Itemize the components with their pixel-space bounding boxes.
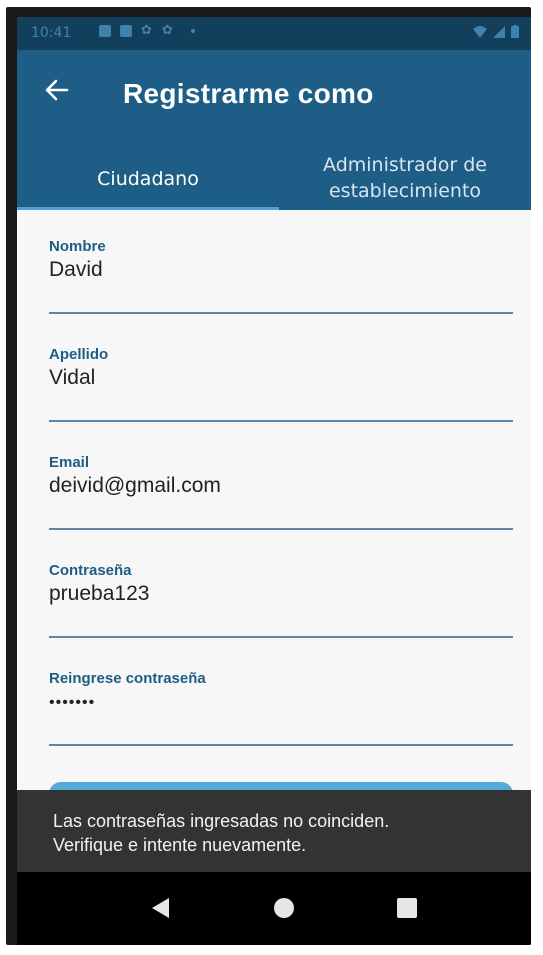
gear-icon: ✿ <box>141 23 152 38</box>
tab-label: Administrador de establecimiento <box>323 154 487 202</box>
device-frame: 10:41 ✿ ✿ Registrarme como Ciudadano Adm… <box>6 7 531 945</box>
field-value[interactable]: deivid@gmail.com <box>49 474 221 498</box>
tab-ciudadano[interactable]: Ciudadano <box>17 140 279 210</box>
email-field[interactable]: Email deivid@gmail.com <box>49 440 513 538</box>
field-underline <box>49 528 513 530</box>
system-nav-bar <box>17 872 531 945</box>
field-label: Apellido <box>49 346 109 363</box>
field-label: Nombre <box>49 238 106 255</box>
field-value[interactable]: David <box>49 258 103 282</box>
apellido-field[interactable]: Apellido Vidal <box>49 332 513 430</box>
field-label: Reingrese contraseña <box>49 670 206 687</box>
field-underline <box>49 420 513 422</box>
system-icons <box>473 25 519 38</box>
battery-icon <box>511 25 519 38</box>
page-title: Registrarme como <box>123 78 374 109</box>
confirm-password-field[interactable]: Reingrese contraseña ••••••• <box>49 656 513 754</box>
nombre-field[interactable]: Nombre David <box>49 224 513 322</box>
more-notifications-icon <box>191 29 195 33</box>
registration-form: Nombre David Apellido Vidal Email deivid… <box>17 210 531 822</box>
snackbar-message: Las contraseñas ingresadas no coinciden.… <box>53 809 493 857</box>
tab-administrador[interactable]: Administrador de establecimiento <box>279 140 531 210</box>
field-label: Email <box>49 454 90 471</box>
tab-label: Ciudadano <box>97 168 199 190</box>
field-value[interactable]: prueba123 <box>49 582 149 606</box>
field-underline <box>49 312 513 314</box>
tab-bar: Ciudadano Administrador de establecimient… <box>17 140 531 210</box>
triangle-left-icon[interactable] <box>149 896 171 920</box>
field-underline <box>49 744 513 746</box>
notification-icons: ✿ ✿ <box>99 23 195 38</box>
field-value[interactable]: ••••••• <box>49 694 95 712</box>
snackbar-line: Verifique e intente nuevamente. <box>53 835 307 855</box>
wifi-icon <box>473 25 487 38</box>
notification-icon <box>99 25 111 37</box>
status-bar: 10:41 ✿ ✿ <box>17 17 531 50</box>
notification-icon <box>120 25 132 37</box>
error-snackbar: Las contraseñas ingresadas no coinciden.… <box>17 790 531 872</box>
circle-icon[interactable] <box>272 896 296 920</box>
signal-icon <box>493 25 505 38</box>
square-icon[interactable] <box>396 896 418 920</box>
field-value[interactable]: Vidal <box>49 366 95 390</box>
status-time: 10:41 <box>31 25 72 41</box>
snackbar-line: Las contraseñas ingresadas no coinciden. <box>53 811 390 831</box>
field-label: Contraseña <box>49 562 132 579</box>
screen: 10:41 ✿ ✿ Registrarme como Ciudadano Adm… <box>17 17 531 945</box>
password-field[interactable]: Contraseña prueba123 <box>49 548 513 646</box>
app-bar: Registrarme como <box>17 50 531 140</box>
gear-icon: ✿ <box>162 23 173 38</box>
arrow-left-icon[interactable] <box>43 76 71 104</box>
field-underline <box>49 636 513 638</box>
